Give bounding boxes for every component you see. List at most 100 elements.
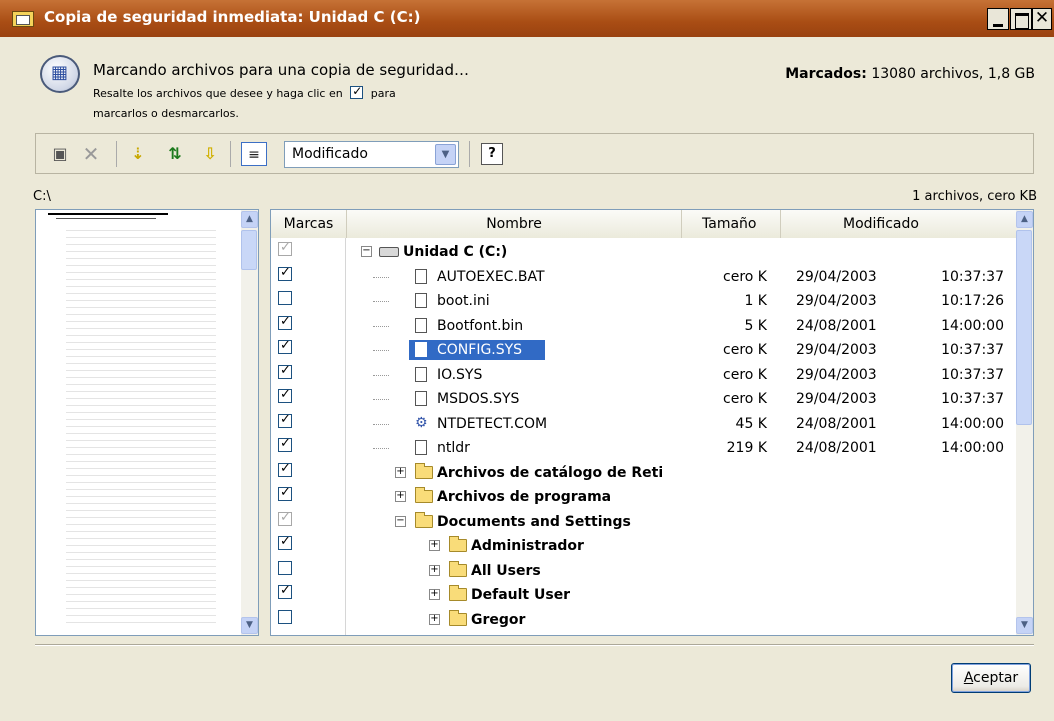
chevron-down-icon[interactable]: ▼ <box>435 144 456 165</box>
maximize-button[interactable] <box>1010 8 1032 30</box>
overview-line <box>48 213 168 215</box>
checkbox-icon <box>350 84 364 99</box>
mark-checkbox[interactable] <box>278 534 292 550</box>
table-row[interactable]: IO.SYS cero K 29/04/2003 10:37:37 <box>271 363 1017 387</box>
table-row[interactable]: ntldr 219 K 24/08/2001 14:00:00 <box>271 436 1017 460</box>
properties-icon[interactable]: ▣ <box>49 142 71 166</box>
table-row[interactable]: + Archivos de catálogo de Reti <box>271 461 1017 485</box>
expand-icon[interactable]: + <box>429 613 440 625</box>
title-bar[interactable]: Copia de seguridad inmediata: Unidad C (… <box>0 0 1054 37</box>
file-list-scrollbar[interactable]: ▲ ▼ <box>1016 210 1033 635</box>
item-date: 24/08/2001 <box>796 415 877 432</box>
accept-mnemonic: A <box>963 670 974 686</box>
scroll-up-icon[interactable]: ▲ <box>1016 211 1033 228</box>
mark-checkbox[interactable] <box>278 485 292 501</box>
expand-icon[interactable]: + <box>429 540 440 551</box>
mark-checkbox[interactable] <box>278 461 292 477</box>
item-size: 1 K <box>744 293 767 309</box>
item-date: 24/08/2001 <box>796 440 877 456</box>
expand-icon[interactable]: + <box>429 589 440 600</box>
scroll-thumb[interactable] <box>1016 230 1032 425</box>
invert-marks-icon[interactable]: ⇅ <box>164 142 186 166</box>
collapse-icon[interactable]: − <box>395 515 406 527</box>
scroll-down-icon[interactable]: ▼ <box>241 617 258 634</box>
table-row[interactable]: + Administrador <box>271 534 1017 558</box>
mark-checkbox[interactable] <box>278 583 292 599</box>
minimize-button[interactable] <box>987 8 1009 30</box>
table-row[interactable]: − Unidad C (C:) <box>271 240 1017 264</box>
delete-icon[interactable]: ✕ <box>81 142 101 166</box>
table-row[interactable]: Bootfont.bin 5 K 24/08/2001 14:00:00 <box>271 314 1017 338</box>
tree-connector <box>373 448 389 449</box>
item-size: 219 K <box>726 440 767 456</box>
table-row[interactable]: MSDOS.SYS cero K 29/04/2003 10:37:37 <box>271 387 1017 411</box>
tree-connector <box>373 325 389 327</box>
details-view-icon[interactable]: ≡ <box>241 142 267 166</box>
table-row[interactable]: + All Users <box>271 559 1017 583</box>
backup-status-icon <box>40 55 80 93</box>
gear-icon: ⚙ <box>415 414 428 431</box>
mark-checkbox[interactable] <box>278 510 292 526</box>
view-select[interactable]: Modificado ▼ <box>284 141 459 168</box>
expand-icon[interactable]: + <box>395 466 406 478</box>
tree-connector <box>373 350 389 351</box>
instruction-text-before: Resalte los archivos que desee y haga cl… <box>93 87 343 100</box>
item-size: cero K <box>723 391 767 407</box>
item-time: 14:00:00 <box>941 440 1004 456</box>
overview-line <box>56 218 156 219</box>
table-row[interactable]: + Gregor <box>271 608 1017 632</box>
accept-button[interactable]: Aceptar <box>951 663 1031 693</box>
mark-checkbox[interactable] <box>278 314 292 330</box>
overview-lines <box>66 224 216 624</box>
item-date: 24/08/2001 <box>796 317 877 334</box>
scroll-up-icon[interactable]: ▲ <box>241 211 258 228</box>
folder-icon <box>449 585 467 601</box>
collapse-icon[interactable]: − <box>361 246 372 257</box>
mark-checkbox[interactable] <box>278 387 292 403</box>
scroll-thumb[interactable] <box>241 230 257 270</box>
folder-icon <box>415 462 433 479</box>
table-row[interactable]: boot.ini 1 K 29/04/2003 10:17:26 <box>271 289 1017 313</box>
mark-checkbox[interactable] <box>278 338 292 354</box>
column-header-size[interactable]: Tamaño <box>682 210 781 238</box>
item-date: 29/04/2003 <box>796 391 877 407</box>
overview-pane[interactable]: ▲ ▼ <box>35 209 259 636</box>
item-time: 14:00:00 <box>941 317 1004 334</box>
expand-icon[interactable]: + <box>395 491 406 502</box>
folder-icon <box>449 609 467 626</box>
mark-checkbox[interactable] <box>278 291 292 305</box>
file-icon <box>415 366 427 382</box>
file-icon <box>415 268 427 284</box>
overview-scrollbar[interactable]: ▲ ▼ <box>241 210 258 635</box>
scroll-down-icon[interactable]: ▼ <box>1016 617 1033 634</box>
item-date: 29/04/2003 <box>796 268 877 285</box>
item-time: 14:00:00 <box>941 415 1004 432</box>
close-button[interactable]: ✕ <box>1032 8 1052 30</box>
marked-label: Marcados: <box>785 66 867 82</box>
mark-checkbox[interactable] <box>278 609 292 624</box>
table-row[interactable]: CONFIG.SYS cero K 29/04/2003 10:37:37 <box>271 338 1017 362</box>
column-header-marks[interactable]: Marcas <box>271 210 347 238</box>
file-list[interactable]: Marcas Nombre Tamaño Modificado − Unidad … <box>270 209 1034 636</box>
unmark-icon[interactable]: ⇩ <box>202 142 218 166</box>
item-name: Gregor <box>471 611 526 628</box>
mark-checkbox[interactable] <box>278 436 292 452</box>
mark-checkbox[interactable] <box>278 412 292 428</box>
marked-summary: Marcados: 13080 archivos, 1,8 GB <box>785 66 1035 82</box>
mark-checkbox[interactable] <box>278 363 292 379</box>
mark-all-icon[interactable]: ⇣ <box>130 142 146 166</box>
table-row[interactable]: + Archivos de programa <box>271 485 1017 509</box>
expand-icon[interactable]: + <box>429 564 440 576</box>
table-row[interactable]: AUTOEXEC.BAT cero K 29/04/2003 10:37:37 <box>271 265 1017 289</box>
mark-checkbox[interactable] <box>278 240 292 256</box>
mark-checkbox[interactable] <box>278 265 292 281</box>
table-row[interactable]: + Default User <box>271 583 1017 607</box>
table-row[interactable]: − Documents and Settings <box>271 510 1017 534</box>
file-icon <box>415 440 427 455</box>
mark-checkbox[interactable] <box>278 560 292 575</box>
column-header-modified[interactable]: Modificado <box>781 210 1017 238</box>
item-name: Bootfont.bin <box>437 317 524 334</box>
column-header-name[interactable]: Nombre <box>347 210 682 238</box>
table-row[interactable]: ⚙ NTDETECT.COM 45 K 24/08/2001 14:00:00 <box>271 412 1017 436</box>
help-button[interactable]: ? <box>481 143 503 165</box>
